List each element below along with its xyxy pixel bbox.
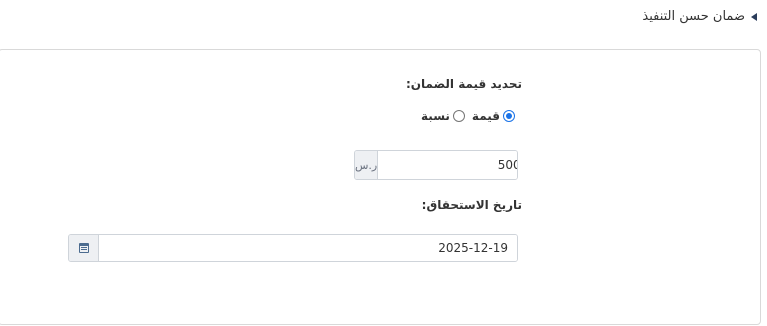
amount-input-group: ر.س: [354, 150, 518, 180]
due-date-label: تاريخ الاستحقاق:: [421, 198, 522, 212]
section-toggle[interactable]: ضمان حسن التنفيذ: [642, 9, 757, 24]
radio-percent[interactable]: [452, 110, 465, 122]
guarantee-value-label: تحديد قيمة الضمان:: [406, 77, 522, 91]
caret-left-icon: [751, 12, 757, 21]
calendar-button[interactable]: [69, 235, 99, 261]
radio-value[interactable]: [503, 110, 515, 122]
radio-value-label[interactable]: قيمة: [472, 109, 500, 123]
calendar-icon: [78, 243, 89, 253]
due-date-input-group: [68, 234, 518, 262]
page: ضمان حسن التنفيذ تحديد قيمة الضمان: قيمة…: [0, 0, 767, 326]
radio-percent-label[interactable]: نسبة: [421, 109, 450, 123]
amount-input[interactable]: [378, 151, 517, 179]
currency-addon: ر.س: [355, 151, 379, 179]
guarantee-panel: [0, 49, 761, 325]
due-date-input[interactable]: [99, 235, 517, 261]
value-type-radio-group: قيمة نسبة: [421, 109, 515, 123]
section-title: ضمان حسن التنفيذ: [642, 9, 745, 24]
